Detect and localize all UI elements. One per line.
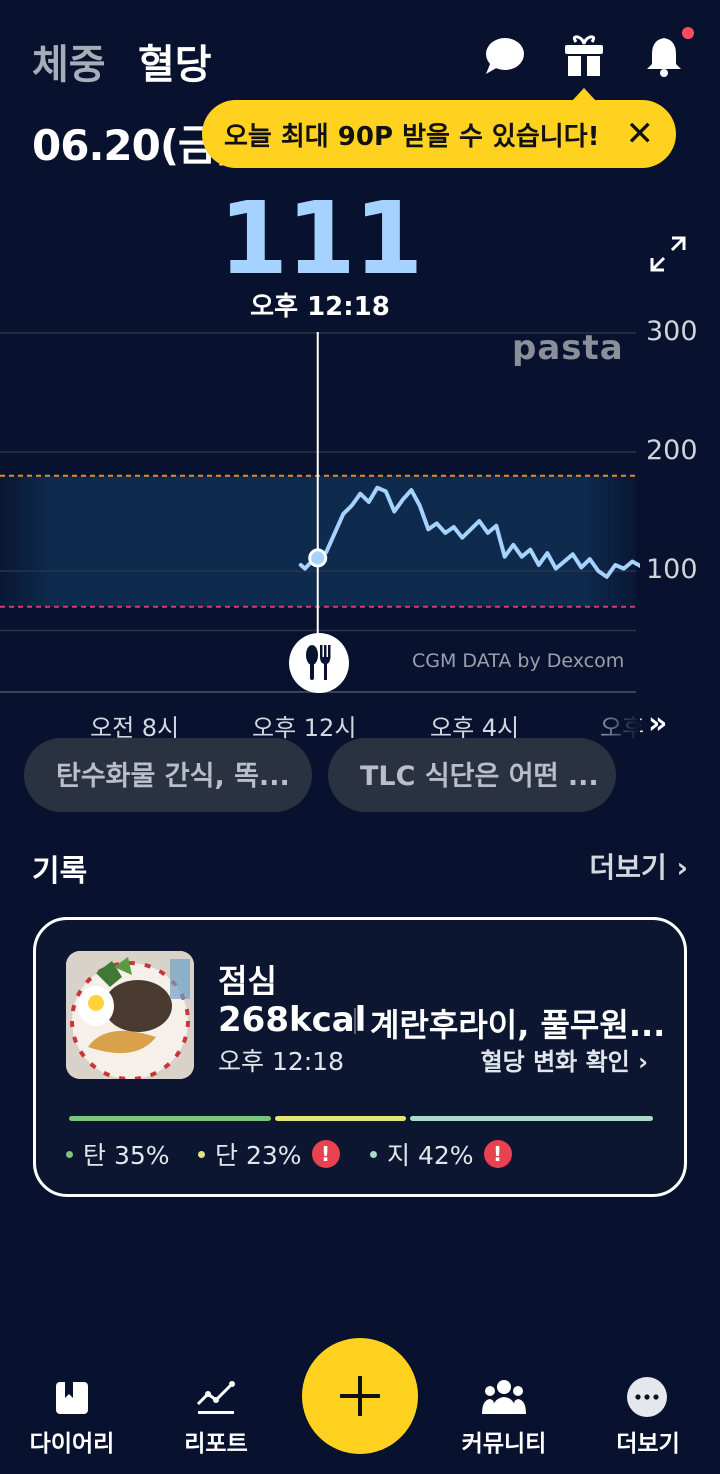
expand-icon[interactable] [648,234,688,274]
y-tick-200: 200 [646,435,698,466]
selected-point [308,548,328,568]
fat-macro: 지 42% ! [370,1136,512,1172]
fat-bar [410,1116,653,1121]
y-tick-300: 300 [646,316,698,347]
pasta-watermark: pasta [512,328,624,368]
x-axis-fade [580,700,640,744]
gift-icon[interactable] [562,34,606,78]
tab-glucose[interactable]: 혈당 [138,32,212,90]
protein-bar [274,1116,407,1121]
warning-icon: ! [483,1140,512,1168]
records-title: 기록 [32,854,88,889]
meal-photo [66,951,194,1079]
protein-dot [198,1150,205,1158]
nav-diary[interactable]: 다이어리 [2,1424,142,1458]
meal-time: 오후 12:18 [218,1047,344,1076]
protein-macro: 단 23% ! [198,1136,340,1172]
meal-kcal: 268kcal [218,1000,367,1040]
cgm-credit: CGM DATA by Dexcom [412,650,625,672]
close-icon[interactable]: ✕ [626,114,655,154]
carb-macro: 탄 35% [66,1136,170,1172]
records-more-link[interactable]: 더보기 › [589,846,688,886]
community-icon[interactable] [482,1378,526,1416]
more-icon[interactable] [626,1376,668,1418]
carb-label: 탄 35% [83,1141,170,1170]
diary-icon[interactable] [54,1380,90,1416]
y-tick-100: 100 [646,554,698,585]
meal-card[interactable]: 점심 268kcal 계란후라이, 풀무원... 오후 12:18 혈당 변화 … [33,917,687,1197]
plus-icon [340,1376,380,1416]
glucose-change-link[interactable]: 혈당 변화 확인 › [481,1042,648,1077]
report-icon[interactable] [196,1380,236,1416]
meal-foods: 계란후라이, 풀무원... [370,1006,666,1044]
tooltip-text: 오늘 최대 90P 받을 수 있습니다! [224,121,600,152]
fork-knife-icon [306,645,331,680]
nav-more[interactable]: 더보기 [578,1424,718,1458]
notification-dot [682,27,694,39]
fat-dot [370,1150,377,1158]
add-button[interactable] [302,1338,418,1454]
carb-bar [69,1116,271,1121]
kcal-divider [354,1008,356,1034]
meal-marker[interactable] [289,633,349,693]
next-range-button[interactable]: » [648,706,667,741]
tab-weight[interactable]: 체중 [32,32,106,90]
glucose-value: 111 [218,180,424,297]
tip-chip[interactable]: TLC 식단은 어떤 ... [328,738,616,812]
glucose-time: 오후 12:18 [250,292,390,322]
nav-report[interactable]: 리포트 [146,1424,286,1458]
fat-label: 지 42% [387,1141,474,1170]
protein-label: 단 23% [215,1141,302,1170]
carb-dot [66,1150,73,1158]
meal-name: 점심 [218,962,277,1000]
points-tooltip[interactable]: 오늘 최대 90P 받을 수 있습니다! ✕ [202,100,676,168]
nav-community[interactable]: 커뮤니티 [434,1424,574,1458]
tip-chip[interactable]: 탄수화물 간식, 똑... [24,738,312,812]
bell-icon[interactable] [642,34,686,78]
chat-icon[interactable] [482,34,526,78]
warning-icon: ! [311,1140,340,1168]
